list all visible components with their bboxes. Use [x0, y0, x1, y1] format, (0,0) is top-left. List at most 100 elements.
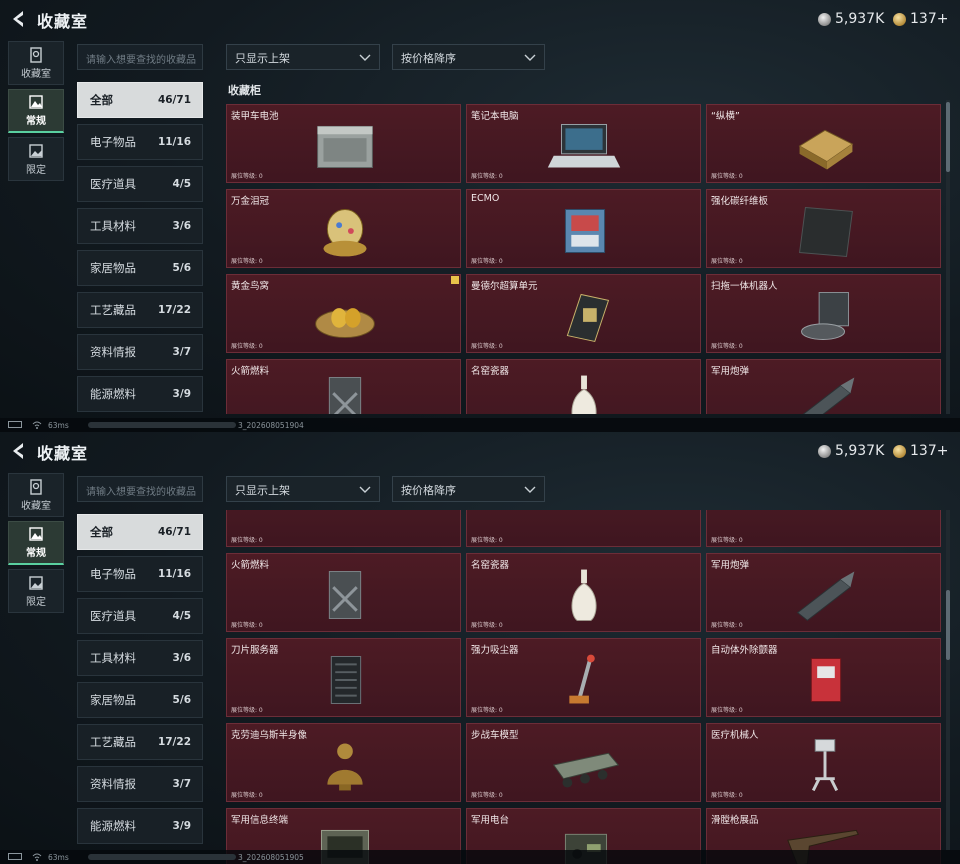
nav-regular[interactable]: 常规 — [8, 521, 64, 565]
search-input[interactable]: 请输入想要查找的收藏品 — [77, 44, 203, 70]
category-label: 资料情报 — [90, 777, 136, 791]
vault-icon — [30, 478, 42, 495]
silver-coin-icon — [818, 12, 831, 26]
nav-limited-label: 限定 — [26, 596, 46, 608]
category-label: 工艺藏品 — [90, 735, 136, 749]
category-item[interactable]: 工艺藏品 17/22 — [77, 292, 203, 328]
category-item[interactable]: 资料情报 3/7 — [77, 766, 203, 802]
collection-card[interactable]: 刀片服务器 展位等级: 0 — [226, 638, 461, 717]
category-count: 17/22 — [157, 736, 191, 748]
availability-filter-value: 只显示上架 — [235, 52, 290, 65]
category-item[interactable]: 医疗道具 4/5 — [77, 598, 203, 634]
booth-level: 展位等级: 0 — [231, 792, 263, 799]
collection-card[interactable]: 展位等级: 0 — [706, 510, 941, 547]
category-item[interactable]: 电子物品 11/16 — [77, 124, 203, 160]
nav-regular[interactable]: 常规 — [8, 89, 64, 133]
collection-card[interactable]: 强化碳纤维板 展位等级: 0 — [706, 189, 941, 268]
category-item[interactable]: 能源燃料 3/9 — [77, 808, 203, 844]
scroll-thumb[interactable] — [946, 590, 950, 660]
nav-regular-label: 常规 — [26, 116, 46, 127]
medical-robot-icon — [811, 739, 839, 792]
collection-card[interactable]: 名窑瓷器展位等级: 0 — [466, 359, 701, 414]
nav-vault[interactable]: 收藏室 — [8, 41, 64, 85]
silver-coin-icon — [818, 444, 831, 458]
collection-card[interactable]: 万金泪冠 展位等级: 0 — [226, 189, 461, 268]
collection-card[interactable]: 火箭燃料展位等级: 0 — [226, 553, 461, 632]
booth-level: 展位等级: 0 — [471, 343, 503, 350]
collection-card[interactable]: 黄金鸟窝 展位等级: 0 — [226, 274, 461, 353]
category-item[interactable]: 医疗道具 4/5 — [77, 166, 203, 202]
category-item[interactable]: 资料情报 3/7 — [77, 334, 203, 370]
nav-regular-label: 常规 — [26, 548, 46, 559]
category-label: 能源燃料 — [90, 819, 136, 833]
ifv-model-icon — [552, 752, 620, 788]
collection-card[interactable]: 名窑瓷器展位等级: 0 — [466, 553, 701, 632]
collection-card[interactable]: “纵横” 展位等级: 0 — [706, 104, 941, 183]
collection-card[interactable]: 自动体外除颤器 展位等级: 0 — [706, 638, 941, 717]
item-name: ECMO — [471, 193, 500, 204]
back-arrow-icon[interactable] — [8, 440, 30, 462]
availability-filter-value: 只显示上架 — [235, 484, 290, 497]
availability-filter-dropdown[interactable]: 只显示上架 — [226, 44, 380, 70]
nav-vault[interactable]: 收藏室 — [8, 473, 64, 517]
grid-scrollbar[interactable] — [946, 100, 950, 414]
nav-limited[interactable]: 限定 — [8, 569, 64, 613]
item-name: 黄金鸟窝 — [231, 281, 270, 292]
collection-card[interactable]: 医疗机械人 展位等级: 0 — [706, 723, 941, 802]
category-item[interactable]: 电子物品 11/16 — [77, 556, 203, 592]
category-item[interactable]: 家居物品 5/6 — [77, 250, 203, 286]
category-item[interactable]: 能源燃料 3/9 — [77, 376, 203, 412]
gold-amount: 137+ — [910, 443, 949, 459]
category-item[interactable]: 工具材料 3/6 — [77, 208, 203, 244]
wifi-icon — [32, 853, 42, 861]
collection-card[interactable]: 装甲车电池 展位等级: 0 — [226, 104, 461, 183]
porcelain-vase-icon — [571, 569, 597, 621]
booth-level: 展位等级: 0 — [711, 173, 743, 180]
category-label: 全部 — [90, 93, 113, 107]
scroll-thumb[interactable] — [946, 102, 950, 172]
silver-currency: 5,937K — [818, 441, 884, 461]
booth-level: 展位等级: 0 — [231, 707, 263, 714]
sort-dropdown[interactable]: 按价格降序 — [392, 476, 545, 502]
category-item[interactable]: 工艺藏品 17/22 — [77, 724, 203, 760]
item-name: 军用炮弹 — [711, 560, 750, 571]
category-item[interactable]: 全部 46/71 — [77, 82, 203, 118]
collection-card[interactable]: 扫拖一体机器人 展位等级: 0 — [706, 274, 941, 353]
item-name: 曼德尔超算单元 — [471, 281, 538, 292]
search-input[interactable]: 请输入想要查找的收藏品 — [77, 476, 203, 502]
category-item[interactable]: 全部 46/71 — [77, 514, 203, 550]
category-count: 3/6 — [172, 220, 191, 232]
wifi-icon — [32, 421, 42, 429]
gold-currency[interactable]: 137+ — [893, 441, 948, 461]
sort-dropdown[interactable]: 按价格降序 — [392, 44, 545, 70]
category-label: 家居物品 — [90, 693, 136, 707]
category-count: 3/6 — [172, 652, 191, 664]
collection-card[interactable]: 步战车模型 展位等级: 0 — [466, 723, 701, 802]
back-arrow-icon[interactable] — [8, 8, 30, 30]
category-item[interactable]: 家居物品 5/6 — [77, 682, 203, 718]
battery-icon — [317, 125, 373, 169]
category-item[interactable]: 工具材料 3/6 — [77, 640, 203, 676]
collection-card[interactable]: 曼德尔超算单元展位等级: 0 — [466, 274, 701, 353]
collection-card[interactable]: 展位等级: 0 — [226, 510, 461, 547]
category-count: 4/5 — [172, 178, 191, 190]
nav-limited[interactable]: 限定 — [8, 137, 64, 181]
availability-filter-dropdown[interactable]: 只显示上架 — [226, 476, 380, 502]
collection-card[interactable]: 克劳迪乌斯半身像 展位等级: 0 — [226, 723, 461, 802]
collection-card[interactable]: 笔记本电脑 展位等级: 0 — [466, 104, 701, 183]
booth-level: 展位等级: 0 — [231, 622, 263, 629]
collection-card[interactable]: 火箭燃料展位等级: 0 — [226, 359, 461, 414]
collection-card[interactable]: 强力吸尘器 展位等级: 0 — [466, 638, 701, 717]
category-count: 4/5 — [172, 610, 191, 622]
gold-currency[interactable]: 137+ — [893, 9, 948, 29]
collection-card[interactable]: 展位等级: 0 — [466, 510, 701, 547]
collection-card[interactable]: 军用炮弹展位等级: 0 — [706, 359, 941, 414]
item-name: 军用信息终端 — [231, 815, 289, 826]
grid-scrollbar[interactable] — [946, 510, 950, 850]
bust-statue-icon — [327, 743, 363, 791]
collection-card[interactable]: 军用炮弹展位等级: 0 — [706, 553, 941, 632]
ping-text: 63ms — [48, 853, 69, 862]
status-bar: 63ms 3_202608051904 — [0, 418, 960, 432]
nav-vault-label: 收藏室 — [21, 500, 51, 512]
collection-card[interactable]: ECMO 展位等级: 0 — [466, 189, 701, 268]
